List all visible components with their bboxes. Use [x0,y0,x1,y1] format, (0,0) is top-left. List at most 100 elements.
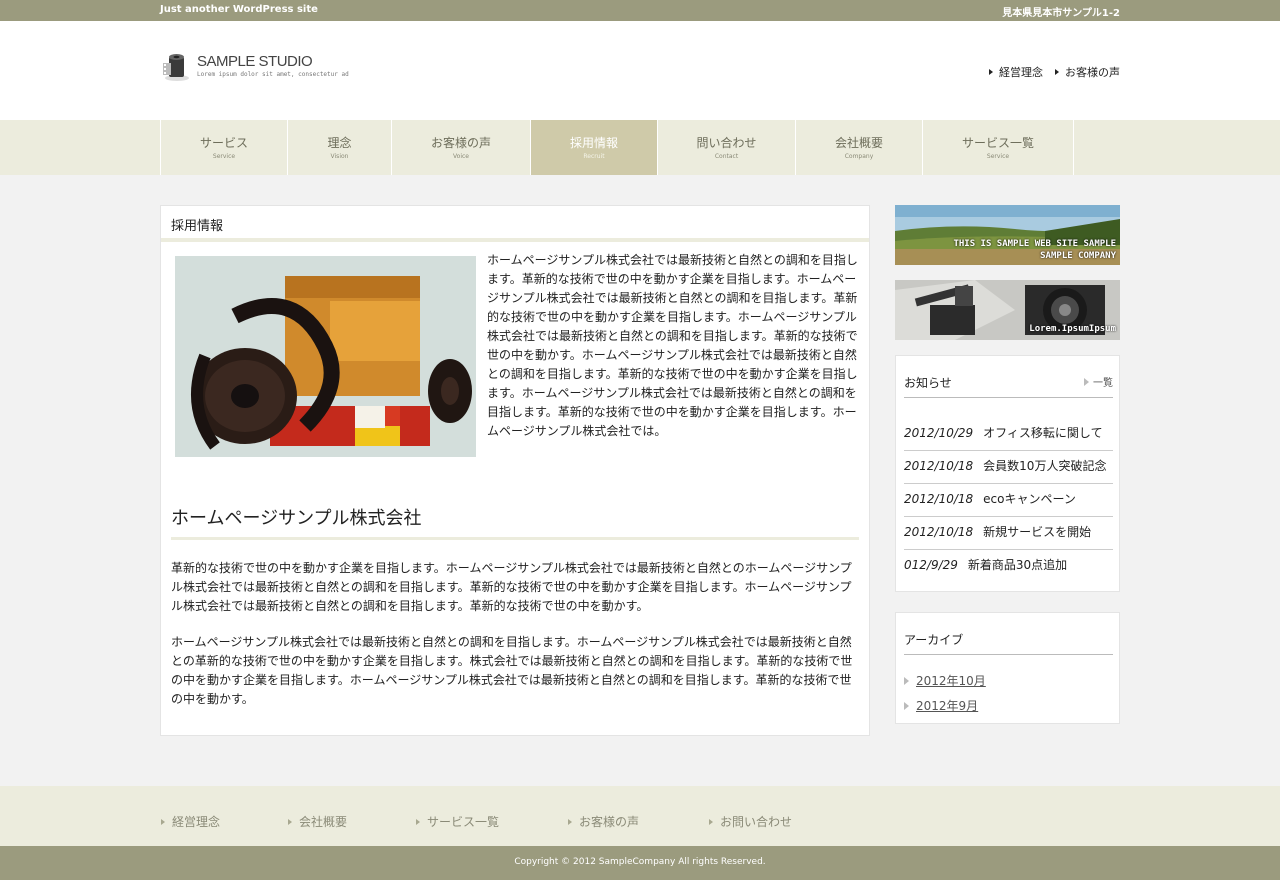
footer-link-label: 会社概要 [299,815,348,829]
nav-sublabel: Contact [714,152,739,160]
nav-label: 問い合わせ [696,135,757,150]
triangle-right-icon [904,701,909,710]
nav-item-vision[interactable]: 理念 Vision [288,120,392,175]
triangle-right-icon [161,818,165,825]
site-header: SAMPLE STUDIO Lorem ipsum dolor sit amet… [0,21,1280,120]
footer-link-philosophy[interactable]: 経営理念 [161,813,288,830]
news-date: 2012/10/18 [904,525,974,539]
intro-text: ホームページサンプル株式会社では最新技術と自然との調和を目指します。革新的な技術… [487,253,858,438]
page-title: 採用情報 [161,206,869,242]
footer-link-service-list[interactable]: サービス一覧 [416,813,568,830]
triangle-right-icon [1055,69,1059,75]
archive-label: 2012年10月 [916,674,986,688]
archive-link[interactable]: 2012年10月 [904,668,986,693]
news-widget: お知らせ 一覧 2012/10/29 オフィス移転に関して 2012/10/18 会… [895,355,1120,592]
film-reel-icon [163,54,189,81]
news-more-link[interactable]: 一覧 [1084,374,1113,389]
nav-label: サービス [199,135,248,150]
archive-title: アーカイブ [904,633,964,647]
triangle-right-icon [288,818,292,825]
news-item[interactable]: 2012/10/18 新規サービスを開始 [904,517,1113,550]
body-paragraph-1: 革新的な技術で世の中を動かす企業を目指します。ホームページサンプル株式会社では最… [171,561,852,613]
news-item[interactable]: 2012/10/29 オフィス移転に関して [904,418,1113,451]
triangle-right-icon [568,818,572,825]
header-links: 経営理念 お客様の声 [989,64,1120,80]
footer-nav: 経営理念 会社概要 サービス一覧 お客様の声 お問い合わせ [0,786,1280,846]
news-date: 2012/10/29 [904,426,974,440]
footer-link-label: お客様の声 [579,815,640,829]
news-text: オフィス移転に関して [983,426,1103,440]
nav-item-service-list[interactable]: サービス一覧 Service [923,120,1074,175]
copyright-text: Copyright © 2012 SampleCompany All right… [514,857,766,867]
news-text: ecoキャンペーン [983,492,1076,506]
site-logo[interactable]: SAMPLE STUDIO Lorem ipsum dolor sit amet… [161,51,349,85]
nav-label: 理念 [327,135,352,150]
footer-link-company[interactable]: 会社概要 [288,813,416,830]
news-item[interactable]: 2012/10/18 ecoキャンペーン [904,484,1113,517]
nav-label: 採用情報 [569,135,618,150]
news-title: お知らせ [904,376,952,390]
footer-link-contact[interactable]: お問い合わせ [709,813,839,830]
header-link-philosophy[interactable]: 経営理念 [989,64,1043,80]
copyright-bar: Copyright © 2012 SampleCompany All right… [0,846,1280,880]
news-item[interactable]: 012/9/29 新着商品30点追加 [904,550,1113,583]
footer-link-label: サービス一覧 [427,815,500,829]
banner-text-1: THIS IS SAMPLE WEB SITE SAMPLE [953,239,1116,249]
footer-link-label: お問い合わせ [720,815,793,829]
main-content: 採用情報 ホームページサンプル株式会社では最新技術と自然との調和を目指します。革… [160,205,870,736]
top-bar: Just another WordPress site 見本県見本市サンプル1-… [0,0,1280,21]
nav-sublabel: Service [986,152,1010,160]
nav-item-contact[interactable]: 問い合わせ Contact [658,120,796,175]
site-tagline: Just another WordPress site [160,4,318,15]
news-text: 新着商品30点追加 [967,558,1068,572]
nav-label: サービス一覧 [961,135,1034,150]
triangle-right-icon [904,676,909,685]
footer-link-voice[interactable]: お客様の声 [568,813,709,830]
sidebar-banner-camera[interactable]: Lorem.IpsumIpsum [895,280,1120,340]
news-text: 会員数10万人突破記念 [983,459,1107,473]
nav-label: 会社概要 [834,135,883,150]
logo-name: SAMPLE STUDIO [197,53,313,70]
triangle-right-icon [709,818,713,825]
news-more-label: 一覧 [1093,378,1113,389]
nav-sublabel: Service [212,152,236,160]
news-header: お知らせ 一覧 [904,374,1113,398]
banner-text-3: Lorem.IpsumIpsum [1029,324,1116,334]
news-date: 012/9/29 [904,558,958,572]
nav-label: お客様の声 [430,135,491,150]
nav-item-company[interactable]: 会社概要 Company [796,120,923,175]
triangle-right-icon [416,818,420,825]
footer-link-label: 経営理念 [172,815,221,829]
news-date: 2012/10/18 [904,459,974,473]
site-address: 見本県見本市サンプル1-2 [1002,8,1120,19]
news-text: 新規サービスを開始 [983,525,1092,539]
global-nav: サービス Service 理念 Vision お客様の声 Voice 採用情報 Recr… [0,120,1280,175]
logo-subtitle: Lorem ipsum dolor sit amet, consectetur … [197,71,349,78]
news-date: 2012/10/18 [904,492,974,506]
header-link-label: 経営理念 [999,66,1043,79]
archive-list: 2012年10月 2012年9月 [904,668,986,718]
sidebar-banner-landscape[interactable]: THIS IS SAMPLE WEB SITE SAMPLE SAMPLE CO… [895,205,1120,265]
film-photo [175,256,476,457]
triangle-right-icon [1084,377,1089,386]
archive-label: 2012年9月 [916,699,979,713]
nav-sublabel: Voice [453,152,469,160]
banner-text-2: SAMPLE COMPANY [1040,251,1116,261]
film-photo-graphic [175,256,476,457]
news-item[interactable]: 2012/10/18 会員数10万人突破記念 [904,451,1113,484]
section-title: ホームページサンプル株式会社 [171,504,859,540]
news-list: 2012/10/29 オフィス移転に関して 2012/10/18 会員数10万人突破… [904,418,1113,583]
header-link-voice[interactable]: お客様の声 [1055,64,1120,80]
nav-sublabel: Company [844,152,874,160]
nav-sublabel: Vision [330,152,349,160]
archive-link[interactable]: 2012年9月 [904,693,986,718]
archive-widget: アーカイブ 2012年10月 2012年9月 [895,612,1120,724]
nav-item-recruit[interactable]: 採用情報 Recruit [531,120,658,175]
triangle-right-icon [989,69,993,75]
header-link-label: お客様の声 [1065,66,1120,79]
nav-sublabel: Recruit [583,152,605,160]
nav-item-voice[interactable]: お客様の声 Voice [392,120,531,175]
nav-item-service[interactable]: サービス Service [161,120,288,175]
body-paragraph-2: ホームページサンプル株式会社では最新技術と自然との調和を目指します。ホームページ… [171,635,853,706]
archive-header: アーカイブ [904,631,1113,655]
